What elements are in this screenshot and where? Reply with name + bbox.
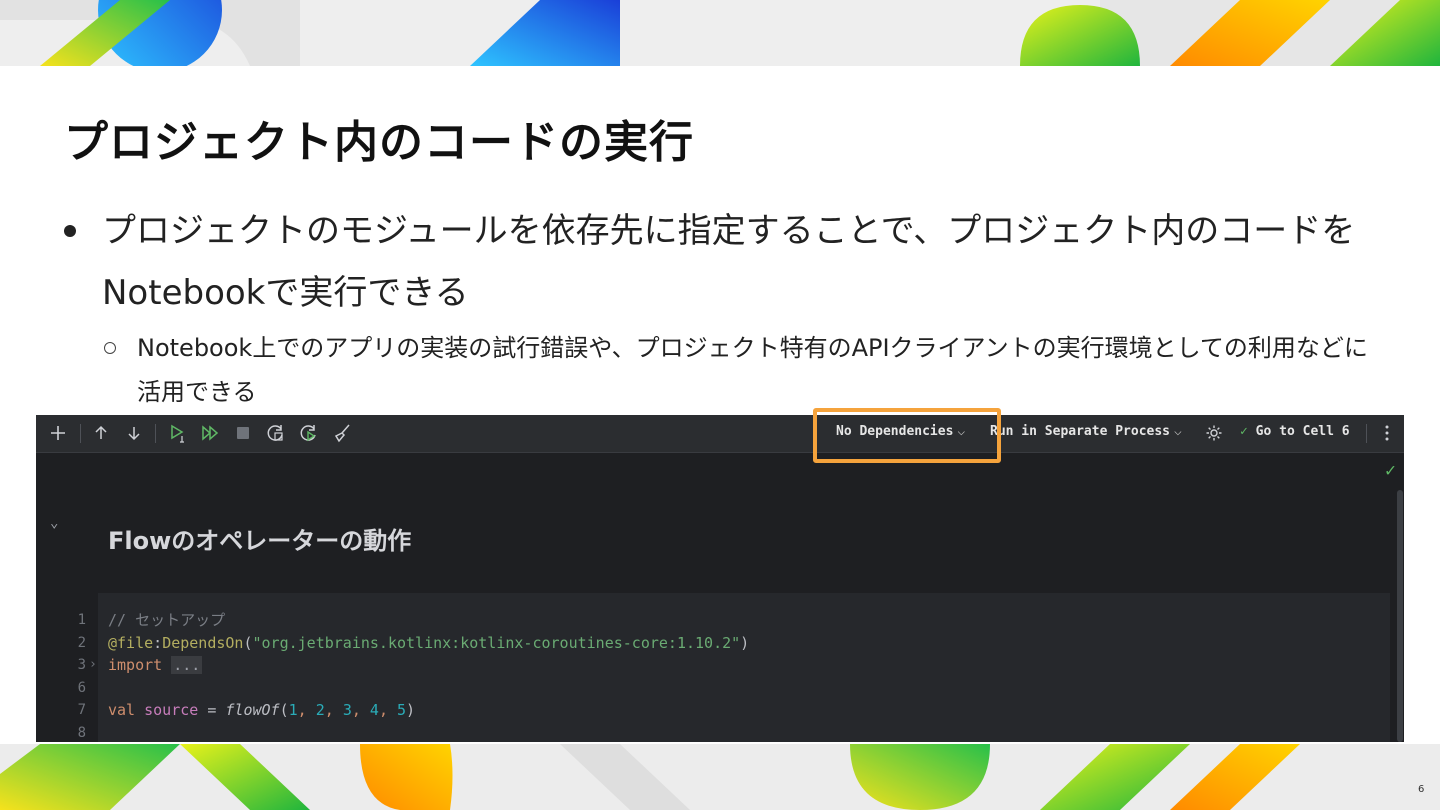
code-token: flowOf — [225, 701, 280, 719]
code-line[interactable]: 3 › import ... — [78, 654, 1390, 676]
arrow-up-icon[interactable] — [89, 421, 113, 445]
code-token: ) — [740, 633, 750, 652]
code-line[interactable]: 8 — [78, 722, 1390, 743]
code-token: , — [378, 701, 397, 719]
line-number: 3 — [77, 657, 86, 673]
code-token: 4 — [369, 701, 379, 719]
code-text: @file:DependsOn("org.jetbrains.kotlinx:k… — [108, 632, 749, 654]
code-token: // セットアップ — [108, 611, 226, 629]
go-to-cell-button[interactable]: ✓ Go to Cell 6 — [1240, 424, 1350, 439]
code-token: ( — [243, 633, 253, 652]
restart-kernel-icon[interactable] — [264, 421, 288, 445]
chevron-down-icon: ⌵ — [957, 424, 966, 439]
code-token: @file — [108, 633, 154, 652]
vertical-scrollbar[interactable] — [1397, 490, 1403, 742]
code-token: "org.jetbrains.kotlinx:kotlinx-coroutine… — [252, 633, 741, 652]
line-number: 8 — [77, 724, 86, 741]
dependencies-label: No Dependencies — [836, 424, 954, 439]
top-decoration-art — [0, 0, 1440, 66]
code-token: , — [351, 701, 370, 719]
markdown-heading: Flowのオペレーターの動作 — [108, 527, 412, 555]
process-dropdown[interactable]: Run in Separate Process ⌵ — [990, 424, 1182, 439]
kebab-menu-icon[interactable] — [1375, 421, 1399, 445]
check-icon: ✓ — [1240, 424, 1248, 439]
code-token: val — [108, 701, 136, 719]
toolbar-separator — [1366, 424, 1367, 443]
code-token: 3 — [342, 701, 352, 719]
code-token: import — [108, 656, 163, 674]
code-line[interactable]: 6 — [78, 677, 1390, 699]
code-token: source — [144, 701, 199, 719]
code-token: , — [297, 701, 316, 719]
code-text: val source = flowOf(1, 2, 3, 4, 5) — [108, 699, 415, 721]
code-line[interactable]: 1 // セットアップ — [78, 609, 1390, 631]
code-cell[interactable]: 1// セットアップ 2 @file:DependsOn("org.jetbrain… — [78, 593, 1390, 743]
notebook-editor: No Dependencies ⌵ Run in Separate Process… — [36, 415, 1404, 742]
code-token: ) — [406, 701, 416, 719]
toolbar-separator — [155, 424, 156, 443]
chevron-down-icon: ⌵ — [1174, 424, 1182, 439]
bullet-dot — [64, 225, 76, 237]
gear-icon[interactable] — [1202, 421, 1226, 445]
code-token: = — [198, 701, 226, 719]
code-token: DependsOn — [162, 633, 244, 652]
code-token: : — [153, 633, 163, 652]
restart-run-all-icon[interactable] — [297, 421, 321, 445]
code-token: 2 — [315, 701, 325, 719]
clear-outputs-icon[interactable] — [330, 421, 354, 445]
process-label: Run in Separate Process — [990, 424, 1171, 439]
sub-bullet-item: Notebook上でのアプリの実装の試行錯誤や、プロジェクト特有のAPIクライア… — [104, 326, 1374, 414]
code-line[interactable]: 2 @file:DependsOn("org.jetbrains.kotlinx:… — [78, 632, 1390, 654]
slide-title: プロジェクト内のコードの実行 — [64, 117, 694, 168]
code-token: , — [324, 701, 343, 719]
cell-status-check-icon: ✓ — [1385, 460, 1396, 481]
top-decoration-band — [0, 0, 1440, 66]
code-token: 1 — [288, 701, 298, 719]
code-text: // セットアップ — [108, 609, 225, 631]
line-number: 7 — [77, 702, 86, 718]
notebook-toolbar: No Dependencies ⌵ Run in Separate Process… — [36, 415, 1404, 453]
bullet-text: プロジェクトのモジュールを依存先に指定することで、プロジェクト内のコードをNot… — [102, 211, 1356, 313]
bottom-decoration-band — [0, 744, 1440, 810]
line-number: 2 — [77, 634, 86, 651]
arrow-down-icon[interactable] — [122, 421, 146, 445]
fold-chevron-icon[interactable]: › — [89, 654, 97, 676]
go-to-cell-label: Go to Cell 6 — [1255, 424, 1350, 439]
code-text: import ... — [108, 654, 203, 676]
code-token: ... — [171, 656, 203, 674]
line-number: 6 — [77, 679, 86, 696]
line-number: 1 — [77, 612, 86, 628]
code-token: ( — [279, 701, 289, 719]
dependencies-dropdown[interactable]: No Dependencies ⌵ — [836, 424, 965, 439]
add-icon[interactable] — [46, 421, 70, 445]
sub-bullet-text: Notebook上でのアプリの実装の試行錯誤や、プロジェクト特有のAPIクライア… — [137, 334, 1368, 406]
stop-icon[interactable] — [231, 421, 255, 445]
run-cell-icon[interactable] — [166, 421, 190, 445]
run-all-icon[interactable] — [198, 421, 222, 445]
collapse-chevron-icon[interactable]: ⌄ — [50, 515, 58, 531]
code-line[interactable]: 7 val source = flowOf(1, 2, 3, 4, 5) — [78, 699, 1390, 721]
code-token: 5 — [397, 701, 407, 719]
bottom-decoration-art — [0, 744, 1440, 810]
page-number: 6 — [1418, 784, 1425, 795]
bullet-item: プロジェクトのモジュールを依存先に指定することで、プロジェクト内のコードをNot… — [64, 200, 1374, 324]
toolbar-separator — [80, 424, 81, 443]
sub-bullet-ring — [104, 342, 116, 354]
